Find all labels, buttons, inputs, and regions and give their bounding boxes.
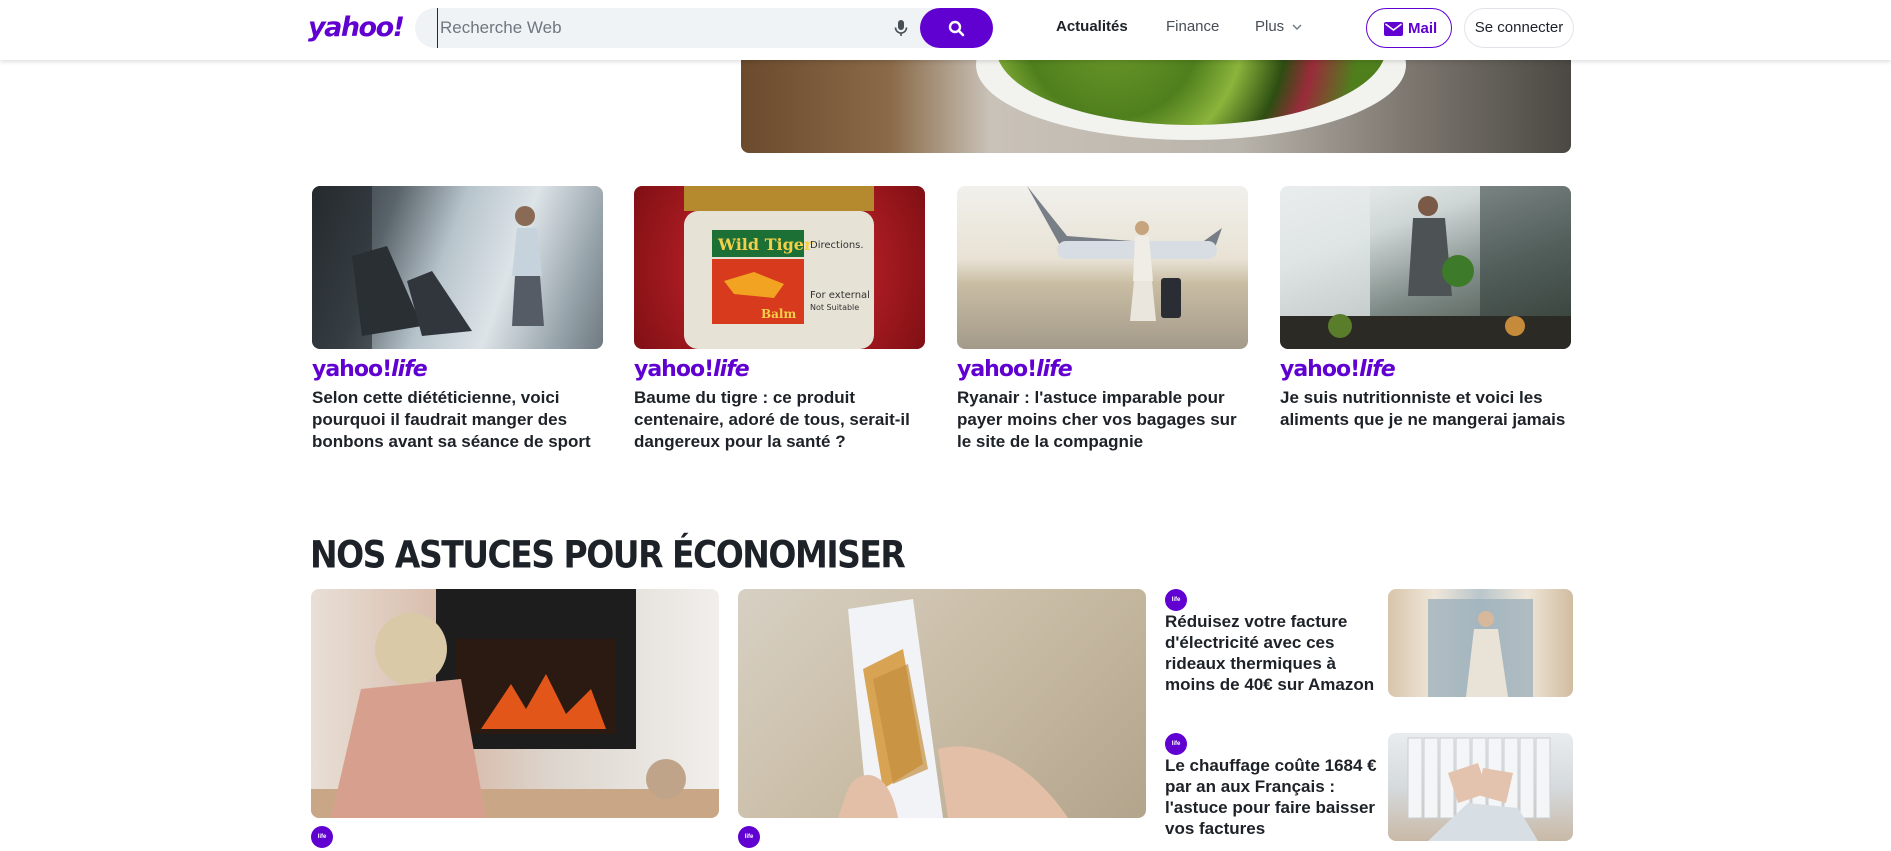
yahoo-life-brand: yahoo!life <box>1280 357 1396 382</box>
svg-text:Directions.: Directions. <box>810 240 864 251</box>
top-header: yahoo! Actualités Finance Plus Mail Se c… <box>0 0 1891 60</box>
tiger-balm-jar-image: Wild Tiger Balm Directions. For external… <box>634 186 925 349</box>
source-avatar[interactable]: life <box>1165 589 1187 611</box>
side-article-title[interactable]: Réduisez votre facture d'électricité ave… <box>1165 611 1380 695</box>
article-title[interactable]: Baume du tigre : ce produit centenaire, … <box>634 387 925 453</box>
radiator-illustration <box>1407 737 1551 841</box>
plane-illustration <box>1027 186 1222 321</box>
yahoo-life-brand: yahoo!life <box>634 357 750 382</box>
side-article[interactable]: life Le chauffage coûte 1684 € par an au… <box>1165 733 1573 841</box>
mail-envelope-icon <box>1384 22 1403 36</box>
airport-traveler-image <box>957 186 1248 349</box>
section-heading: NOS ASTUCES POUR ÉCONOMISER <box>310 533 906 577</box>
search-button[interactable] <box>920 8 993 48</box>
mail-button[interactable]: Mail <box>1366 8 1452 48</box>
nav-actualites[interactable]: Actualités <box>1056 18 1128 35</box>
treadmill-illustration <box>312 186 544 349</box>
article-card[interactable]: yahoo!life Je suis nutritionniste et voi… <box>1280 186 1571 431</box>
yahoo-life-brand: yahoo!life <box>957 357 1073 382</box>
radiator-hands-image[interactable] <box>1388 733 1573 841</box>
search-icon <box>948 20 965 37</box>
side-article[interactable]: life Réduisez votre facture d'électricit… <box>1165 589 1573 697</box>
curtain-illustration <box>1428 599 1533 697</box>
source-avatar[interactable]: life <box>1165 733 1187 755</box>
nav-finance[interactable]: Finance <box>1166 18 1219 35</box>
kitchen-illustration <box>1280 186 1571 349</box>
fireplace-article-image[interactable] <box>311 589 719 818</box>
treadmill-runner-image <box>312 186 603 349</box>
yahoo-life-brand: yahoo!life <box>312 357 428 382</box>
article-title[interactable]: Ryanair : l'astuce imparable pour payer … <box>957 387 1248 453</box>
cash-envelope-article-image[interactable] <box>738 589 1146 818</box>
article-title[interactable]: Selon cette diététicienne, voici pourquo… <box>312 387 603 453</box>
article-title[interactable]: Je suis nutritionniste et voici les alim… <box>1280 387 1571 431</box>
yahoo-logo[interactable]: yahoo! <box>308 12 405 43</box>
sign-in-button[interactable]: Se connecter <box>1464 8 1574 48</box>
article-card[interactable]: yahoo!life Selon cette diététicienne, vo… <box>312 186 603 453</box>
mail-label: Mail <box>1408 20 1438 37</box>
svg-text:Balm: Balm <box>761 307 796 321</box>
fireplace-illustration <box>311 589 719 818</box>
side-article-title[interactable]: Le chauffage coûte 1684 € par an aux Fra… <box>1165 755 1380 839</box>
nav-plus[interactable]: Plus <box>1255 18 1284 35</box>
source-avatar[interactable]: life <box>311 826 333 848</box>
search-input[interactable] <box>437 8 877 48</box>
microphone-icon[interactable] <box>891 18 911 38</box>
svg-text:Wild Tiger: Wild Tiger <box>717 235 813 254</box>
chevron-down-icon[interactable] <box>1292 23 1302 31</box>
source-avatar[interactable]: life <box>738 826 760 848</box>
search-box <box>415 8 993 48</box>
svg-text:Not Suitable: Not Suitable <box>810 303 859 312</box>
cash-illustration <box>838 599 1068 818</box>
svg-text:For external: For external <box>810 290 870 301</box>
article-card[interactable]: Wild Tiger Balm Directions. For external… <box>634 186 925 453</box>
article-card[interactable]: yahoo!life Ryanair : l'astuce imparable … <box>957 186 1248 453</box>
hero-salad-image[interactable] <box>741 60 1571 153</box>
balm-illustration: Wild Tiger Balm Directions. For external… <box>684 186 874 349</box>
curtain-window-image[interactable] <box>1388 589 1573 697</box>
nutritionist-kitchen-image <box>1280 186 1571 349</box>
